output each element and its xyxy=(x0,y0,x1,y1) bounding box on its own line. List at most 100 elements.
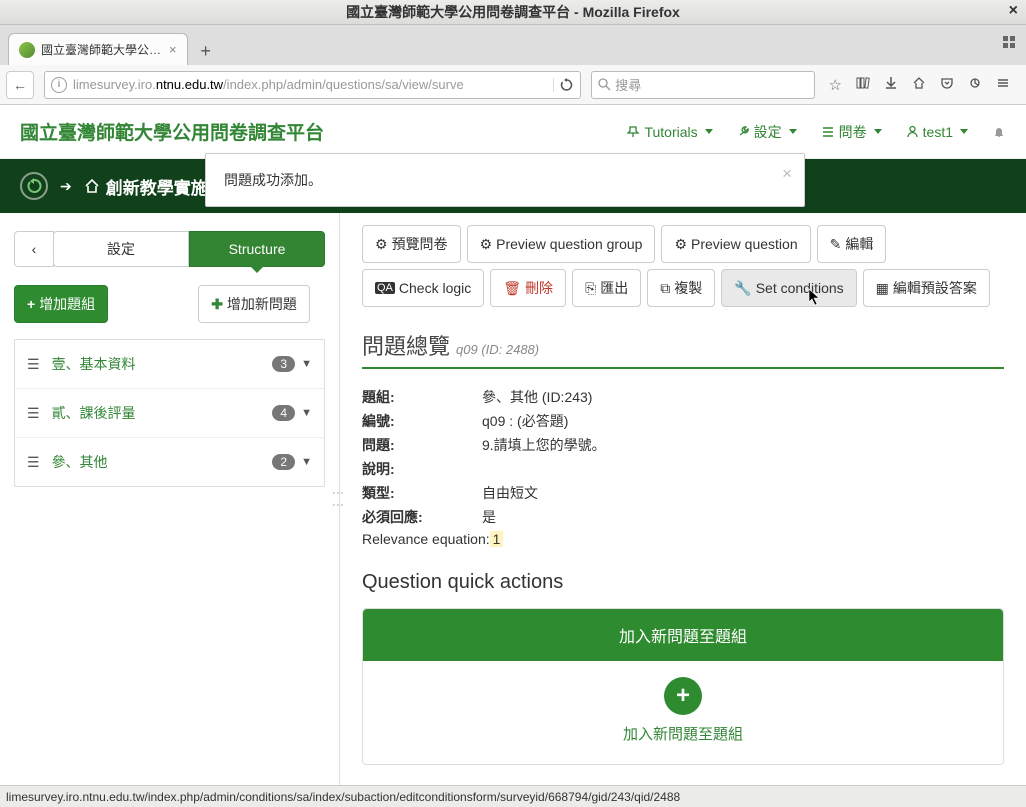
group-list: ☰ 壹、基本資料 3 ▼ ☰ 貳、課後評量 4 ▼ ☰ 參、其他 2 ▼ xyxy=(14,339,325,487)
tab-structure[interactable]: Structure xyxy=(189,231,325,267)
edit-button[interactable]: ✎編輯 xyxy=(817,225,887,263)
overview-title: 問題總覽q09 (ID: 2488) xyxy=(362,329,1004,361)
alert-text: 問題成功添加。 xyxy=(224,172,322,188)
home-icon[interactable] xyxy=(912,76,926,94)
download-icon[interactable] xyxy=(884,76,898,94)
search-bar[interactable]: 搜尋 xyxy=(591,71,814,99)
grid-icon: ▦ xyxy=(876,280,889,297)
tab-overflow-icon[interactable] xyxy=(1002,35,1016,49)
sidebar-tabs: ‹ 設定 Structure xyxy=(14,231,325,267)
nav-back-button[interactable]: ← xyxy=(6,71,34,99)
browser-tab[interactable]: 國立臺灣師範大學公… × xyxy=(8,33,188,65)
tab-settings[interactable]: 設定 xyxy=(53,231,189,267)
set-conditions-button[interactable]: 🔧Set conditions xyxy=(721,269,856,307)
menu-settings[interactable]: 設定 xyxy=(737,122,797,142)
logic-icon: QA xyxy=(375,282,395,294)
add-group-button[interactable]: +增加題組 xyxy=(14,285,108,323)
quick-panel-link[interactable]: 加入新問題至題組 xyxy=(363,723,1003,744)
count-badge: 3 xyxy=(272,356,295,372)
window-title: 國立臺灣師範大學公用問卷調查平台 - Mozilla Firefox xyxy=(346,2,680,22)
gear-icon: ⚙ xyxy=(480,236,493,253)
quick-actions-heading: Question quick actions xyxy=(362,571,1004,594)
group-item[interactable]: ☰ 參、其他 2 ▼ xyxy=(15,438,324,486)
drag-handle-icon[interactable]: ☰ xyxy=(27,405,40,422)
favicon-icon xyxy=(19,42,35,58)
window-close-button[interactable]: × xyxy=(1009,2,1018,20)
new-tab-button[interactable]: + xyxy=(192,37,220,65)
page-content: 國立臺灣師範大學公用問卷調查平台 Tutorials 設定 問卷 test1 xyxy=(0,105,1026,785)
add-question-quick-button[interactable]: + xyxy=(664,677,702,715)
chevron-down-icon[interactable]: ▼ xyxy=(301,358,312,370)
search-icon xyxy=(598,78,611,91)
count-badge: 4 xyxy=(272,405,295,421)
export-button[interactable]: ⎘匯出 xyxy=(572,269,641,307)
preview-group-button[interactable]: ⚙Preview question group xyxy=(467,225,656,263)
menu-tutorials[interactable]: Tutorials xyxy=(627,124,712,140)
wrench-icon xyxy=(737,125,750,138)
gear-icon: ⚙ xyxy=(375,236,388,253)
preview-survey-button[interactable]: ⚙預覽問卷 xyxy=(362,225,461,263)
notifications-icon[interactable] xyxy=(992,125,1006,139)
chevron-down-icon[interactable]: ▼ xyxy=(301,407,312,419)
addon-icon[interactable] xyxy=(968,76,982,94)
menu-user[interactable]: test1 xyxy=(906,124,968,140)
gear-icon: ⚙ xyxy=(674,236,687,253)
site-brand[interactable]: 國立臺灣師範大學公用問卷調查平台 xyxy=(20,118,324,145)
drag-handle-icon[interactable]: ☰ xyxy=(27,356,40,373)
menu-surveys[interactable]: 問卷 xyxy=(821,122,882,142)
browser-statusbar: limesurvey.iro.ntnu.edu.tw/index.php/adm… xyxy=(0,785,1026,807)
question-toolbar: ⚙預覽問卷 ⚙Preview question group ⚙Preview q… xyxy=(362,225,1004,307)
divider xyxy=(362,367,1004,369)
pocket-icon[interactable] xyxy=(940,76,954,94)
drag-handle-icon[interactable]: ☰ xyxy=(27,454,40,471)
export-icon: ⎘ xyxy=(585,280,596,297)
group-item[interactable]: ☰ 壹、基本資料 3 ▼ xyxy=(15,340,324,389)
ls-logo-icon[interactable] xyxy=(20,172,48,200)
browser-tabbar: 國立臺灣師範大學公… × + xyxy=(0,25,1026,65)
sidebar-collapse-button[interactable]: ‹ xyxy=(14,231,54,267)
reload-button[interactable] xyxy=(553,78,574,92)
copy-button[interactable]: ⧉複製 xyxy=(647,269,715,307)
sidebar: ‹ 設定 Structure +增加題組 ✚增加新問題 ☰ 壹、基本資料 3 ▼… xyxy=(0,213,340,785)
edit-defaults-button[interactable]: ▦編輯預設答案 xyxy=(863,269,990,307)
wrench-icon: 🔧 xyxy=(734,280,751,297)
pencil-icon: ✎ xyxy=(830,236,842,253)
group-item[interactable]: ☰ 貳、課後評量 4 ▼ xyxy=(15,389,324,438)
search-placeholder: 搜尋 xyxy=(615,75,641,94)
main-panel: ⚙預覽問卷 ⚙Preview question group ⚙Preview q… xyxy=(340,213,1026,785)
add-question-button[interactable]: ✚增加新問題 xyxy=(198,285,310,323)
user-icon xyxy=(906,125,919,138)
hamburger-icon[interactable] xyxy=(996,76,1010,94)
success-alert: 問題成功添加。 × xyxy=(205,153,805,207)
delete-button[interactable]: 🗑刪除 xyxy=(490,269,566,307)
page-header: 國立臺灣師範大學公用問卷調查平台 Tutorials 設定 問卷 test1 xyxy=(0,105,1026,159)
url-text: limesurvey.iro.ntnu.edu.tw/index.php/adm… xyxy=(73,77,547,92)
breadcrumb-home-icon[interactable] xyxy=(84,178,100,194)
bookmark-icon[interactable]: ☆ xyxy=(829,76,842,94)
breadcrumb-arrow-icon: ➔ xyxy=(60,178,72,195)
tab-title: 國立臺灣師範大學公… xyxy=(41,41,161,58)
top-menu: Tutorials 設定 問卷 test1 xyxy=(627,122,1006,142)
question-details: 題組:參、其他 (ID:243) 編號:q09 : (必答題) 問題:9.請填上… xyxy=(362,387,1004,547)
window-titlebar: 國立臺灣師範大學公用問卷調查平台 - Mozilla Firefox × xyxy=(0,0,1026,25)
breadcrumb-bar: ➔ 創新教學實施 問題成功添加。 × xyxy=(0,159,1026,213)
chevron-down-icon[interactable]: ▼ xyxy=(301,456,312,468)
breadcrumb-survey[interactable]: 創新教學實施 xyxy=(106,174,208,199)
library-icon[interactable] xyxy=(856,76,870,94)
alert-close-button[interactable]: × xyxy=(782,164,792,184)
trash-icon: 🗑 xyxy=(503,280,521,297)
check-logic-button[interactable]: QACheck logic xyxy=(362,269,484,307)
list-icon xyxy=(821,125,835,139)
quick-actions-panel: 加入新問題至題組 + 加入新問題至題組 xyxy=(362,608,1004,765)
count-badge: 2 xyxy=(272,454,295,470)
tab-close-button[interactable]: × xyxy=(169,42,177,57)
browser-navbar: ← i limesurvey.iro.ntnu.edu.tw/index.php… xyxy=(0,65,1026,105)
site-info-icon[interactable]: i xyxy=(51,77,67,93)
preview-question-button[interactable]: ⚙Preview question xyxy=(661,225,810,263)
resize-grip-icon[interactable]: ⋮⋮ xyxy=(336,487,340,511)
copy-icon: ⧉ xyxy=(660,280,670,297)
browser-toolbar-icons: ☆ xyxy=(819,76,1020,94)
url-bar[interactable]: i limesurvey.iro.ntnu.edu.tw/index.php/a… xyxy=(44,71,581,99)
quick-panel-title: 加入新問題至題組 xyxy=(363,609,1003,661)
pushpin-icon xyxy=(627,125,640,138)
